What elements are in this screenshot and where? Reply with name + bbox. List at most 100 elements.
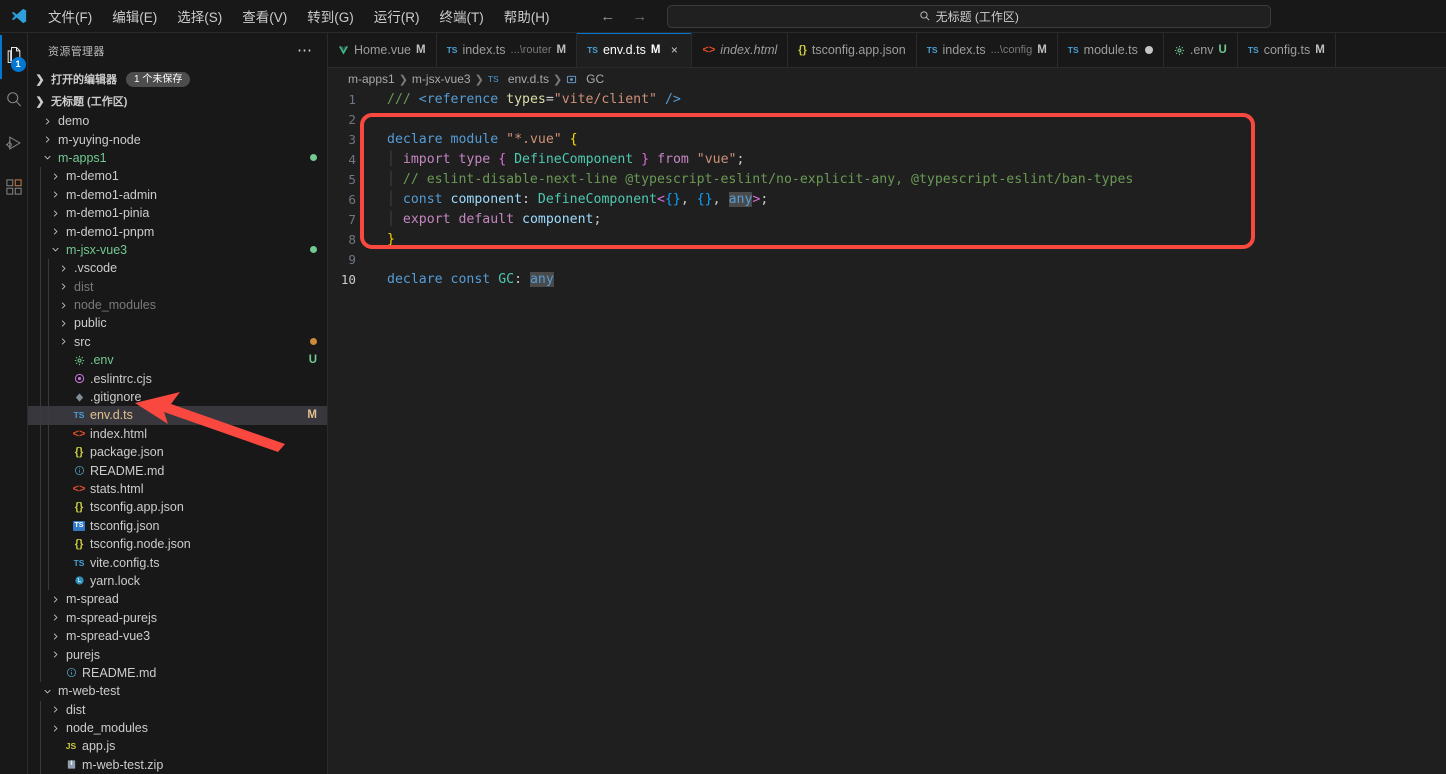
tab-bar-empty-space	[1335, 33, 1446, 67]
activity-bar-item-search[interactable]	[0, 79, 28, 123]
breadcrumb-separator-icon: ❯	[474, 73, 484, 86]
json-icon: {}	[798, 44, 807, 56]
code-editor[interactable]: 1 /// <reference types="vite/client" /> …	[328, 90, 1446, 774]
editor-area: Home.vue M TS index.ts ...\router M TS env.d.ts…	[328, 33, 1446, 774]
json-icon: {}	[74, 446, 84, 459]
tree-item-app-js[interactable]: JS app.js	[28, 737, 327, 756]
tree-item-src[interactable]: src	[28, 332, 327, 352]
tree-item-m-demo1-pinia[interactable]: m-demo1-pinia	[28, 203, 327, 223]
activity-bar-item-run-and-debug[interactable]	[0, 123, 28, 167]
tree-item-demo[interactable]: demo	[28, 112, 327, 130]
tree-item-m-jsx-vue3[interactable]: m-jsx-vue3	[28, 240, 327, 260]
editor-tab-index-ts[interactable]: TS index.ts ...\router M	[436, 33, 578, 67]
menu-item-view[interactable]: 查看(V)	[232, 0, 297, 32]
indent-spacer	[28, 737, 48, 756]
section-workspace[interactable]: ❯ 无标题 (工作区)	[28, 90, 327, 112]
tree-item-package-json[interactable]: {} package.json	[28, 443, 327, 462]
menu-item-go[interactable]: 转到(G)	[297, 0, 364, 32]
tree-item-dist[interactable]: dist	[28, 277, 327, 296]
tree-item--eslintrc-cjs[interactable]: .eslintrc.cjs	[28, 369, 327, 388]
vscode-logo-icon	[0, 7, 38, 25]
activity-bar-item-explorer[interactable]: 1	[0, 35, 28, 79]
tree-item-node-modules[interactable]: node_modules	[28, 295, 327, 315]
tree-item-label: m-spread-vue3	[66, 629, 151, 644]
json-icon: {}	[74, 501, 84, 514]
tree-item-tsconfig-node-json[interactable]: {} tsconfig.node.json	[28, 534, 327, 554]
editor-tab--env[interactable]: .env U	[1163, 33, 1238, 67]
tree-item-env-d-ts[interactable]: TS env.d.ts M	[28, 406, 327, 425]
menu-item-selection[interactable]: 选择(S)	[167, 0, 232, 32]
git-status-dot	[310, 338, 317, 346]
tree-item-public[interactable]: public	[28, 314, 327, 333]
breadcrumb-item-m-apps1[interactable]: m-apps1	[348, 72, 395, 86]
navigate-back-button[interactable]: ←	[595, 6, 621, 26]
editor-tab-config-ts[interactable]: TS config.ts M	[1237, 33, 1336, 67]
tree-item-m-spread[interactable]: m-spread	[28, 590, 327, 609]
tree-item-yarn-lock[interactable]: yarn.lock	[28, 571, 327, 591]
editor-tab-tsconfig-app-json[interactable]: {} tsconfig.app.json	[788, 33, 917, 67]
menu-item-edit[interactable]: 编辑(E)	[102, 0, 167, 32]
tree-item-m-demo1-pnpm[interactable]: m-demo1-pnpm	[28, 222, 327, 241]
tree-item--gitignore[interactable]: .gitignore	[28, 387, 327, 407]
command-center-search[interactable]: 无标题 (工作区)	[666, 4, 1271, 28]
menu-item-run[interactable]: 运行(R)	[364, 0, 430, 32]
tab-dirty-indicator[interactable]	[1144, 46, 1153, 54]
ts-icon: TS	[487, 74, 499, 84]
tree-item-readme-md[interactable]: README.md	[28, 663, 327, 683]
tree-item-label: public	[74, 316, 107, 331]
tree-item-readme-md[interactable]: README.md	[28, 461, 327, 480]
editor-tab-index-ts[interactable]: TS index.ts ...\config M	[916, 33, 1058, 67]
tree-item-stats-html[interactable]: <> stats.html	[28, 479, 327, 499]
tree-item--env[interactable]: .env U	[28, 351, 327, 370]
tree-item-label: .vscode	[74, 261, 118, 276]
tree-item-vite-config-ts[interactable]: TS vite.config.ts	[28, 553, 327, 572]
more-actions-icon[interactable]: ⋯	[291, 43, 319, 58]
chevron-down-icon	[48, 245, 62, 254]
tree-item-label: env.d.ts	[90, 408, 133, 423]
tree-item-label: m-apps1	[58, 150, 107, 165]
tree-item-m-spread-purejs[interactable]: m-spread-purejs	[28, 608, 327, 627]
editor-tab-env-d-ts[interactable]: TS env.d.ts M ×	[577, 33, 693, 67]
editor-tab-bar[interactable]: Home.vue M TS index.ts ...\router M TS env.d.ts…	[328, 33, 1446, 68]
close-icon[interactable]: ×	[667, 43, 681, 57]
tree-item-label: stats.html	[90, 482, 144, 496]
editor-tab-module-ts[interactable]: TS module.ts	[1057, 33, 1164, 67]
line-number: 1	[348, 92, 356, 107]
breadcrumb-item-m-jsx-vue3[interactable]: m-jsx-vue3	[412, 72, 471, 86]
breadcrumb-label: GC	[586, 72, 605, 86]
tree-item-index-html[interactable]: <> index.html	[28, 424, 327, 444]
tree-item-m-spread-vue3[interactable]: m-spread-vue3	[28, 626, 327, 646]
menu-item-help[interactable]: 帮助(H)	[494, 0, 560, 32]
line-number: 3	[348, 132, 356, 147]
menu-item-file[interactable]: 文件(F)	[38, 0, 102, 32]
breadcrumb[interactable]: m-apps1 ❯ m-jsx-vue3 ❯ TS env.d.ts ❯ GC	[328, 68, 1446, 90]
menu-item-terminal[interactable]: 终端(T)	[430, 0, 494, 32]
section-open-editors[interactable]: ❯ 打开的编辑器 1 个未保存	[28, 68, 327, 90]
tree-item-m-apps1[interactable]: m-apps1	[28, 149, 327, 167]
chevron-right-icon	[56, 282, 70, 291]
line-content: │ // eslint-disable-next-line @typescrip…	[387, 172, 1134, 187]
editor-tab-index-html[interactable]: <> index.html	[692, 33, 789, 67]
tree-item-m-demo1[interactable]: m-demo1	[28, 167, 327, 186]
breadcrumb-item-gc[interactable]: GC	[566, 72, 604, 86]
tree-item--vscode[interactable]: .vscode	[28, 259, 327, 278]
activity-bar-item-extensions[interactable]	[0, 167, 28, 211]
file-tree[interactable]: demo m-yuying-node m-apps1 m-demo1 m-demo1-a…	[28, 112, 327, 774]
chevron-right-icon	[48, 227, 62, 236]
navigate-forward-button[interactable]: →	[627, 6, 653, 26]
tree-item-tsconfig-app-json[interactable]: {} tsconfig.app.json	[28, 498, 327, 517]
tree-item-m-yuying-node[interactable]: m-yuying-node	[28, 130, 327, 148]
tree-item-node-modules[interactable]: node_modules	[28, 718, 327, 738]
tree-item-dist[interactable]: dist	[28, 700, 327, 719]
breadcrumb-item-env-d-ts[interactable]: TS env.d.ts	[488, 72, 549, 86]
tree-item-m-web-test[interactable]: m-web-test	[28, 682, 327, 700]
git-status-dot	[310, 246, 317, 254]
tree-item-m-web-test-zip[interactable]: m-web-test.zip	[28, 755, 327, 774]
tree-item-tsconfig-json[interactable]: TS tsconfig.json	[28, 516, 327, 535]
tree-item-purejs[interactable]: purejs	[28, 645, 327, 664]
indent-spacer	[28, 516, 56, 535]
indent-spacer	[28, 443, 56, 462]
editor-tab-home-vue[interactable]: Home.vue M	[328, 33, 437, 67]
tree-item-m-demo1-admin[interactable]: m-demo1-admin	[28, 185, 327, 204]
